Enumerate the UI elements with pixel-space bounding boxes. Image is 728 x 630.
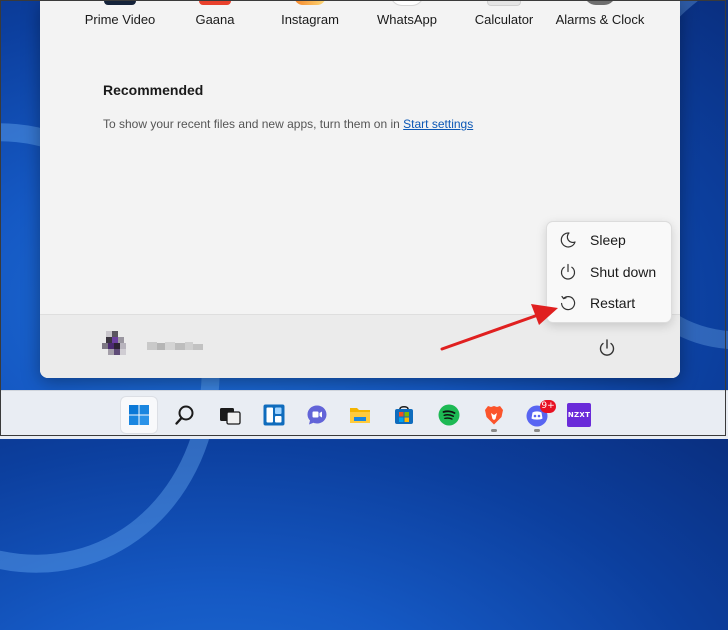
nzxt-label: NZXT xyxy=(567,411,591,419)
brave-icon xyxy=(485,406,503,425)
search-button[interactable] xyxy=(167,397,203,433)
spotify-button[interactable] xyxy=(431,397,467,433)
windows-logo-icon xyxy=(129,405,149,425)
discord-button[interactable]: 9+ xyxy=(519,397,556,433)
store-icon xyxy=(395,406,413,424)
folder-icon xyxy=(350,408,370,423)
search-icon xyxy=(175,405,194,425)
brave-button[interactable] xyxy=(476,397,512,433)
taskbar: 9+ NZXT xyxy=(0,390,728,439)
task-view-button[interactable] xyxy=(212,397,248,433)
teams-chat-button[interactable] xyxy=(299,397,335,433)
annotation-arrow xyxy=(440,304,558,351)
spotify-icon xyxy=(438,404,460,426)
task-view-icon xyxy=(220,408,241,425)
running-indicator xyxy=(491,429,497,432)
nzxt-icon: NZXT xyxy=(567,403,591,427)
start-button[interactable] xyxy=(121,397,157,433)
widgets-icon xyxy=(263,404,285,426)
running-indicator xyxy=(534,429,540,432)
notification-badge: 9+ xyxy=(540,400,556,413)
microsoft-store-button[interactable] xyxy=(386,397,422,433)
file-explorer-button[interactable] xyxy=(342,397,378,433)
teams-chat-icon xyxy=(307,405,327,425)
nzxt-cam-button[interactable]: NZXT xyxy=(561,397,597,433)
widgets-button[interactable] xyxy=(256,397,292,433)
